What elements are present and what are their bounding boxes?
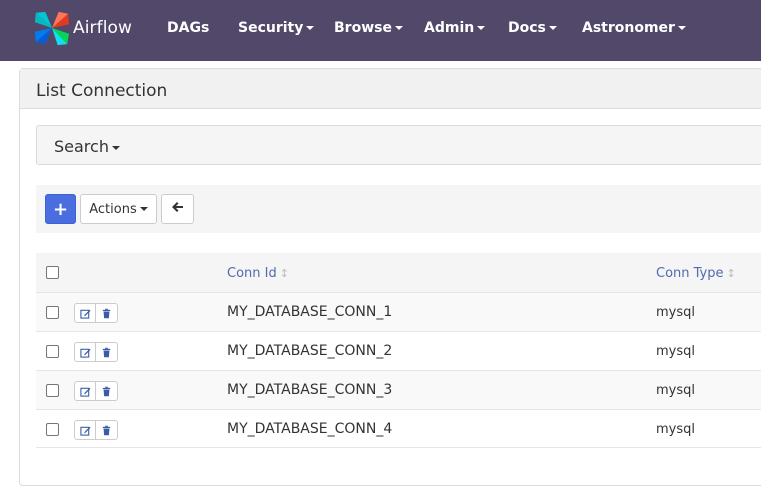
conn-type-header-label: Conn Type: [656, 266, 724, 281]
conn-id-cell: MY_DATABASE_CONN_1: [227, 304, 393, 320]
delete-button[interactable]: [96, 381, 118, 401]
search-dropdown[interactable]: Search: [54, 137, 120, 156]
panel-heading: List Connection: [20, 69, 761, 109]
caret-down-icon: [394, 26, 403, 30]
table-row: MY_DATABASE_CONN_3 mysql: [36, 370, 761, 409]
edit-button[interactable]: [74, 303, 96, 323]
trash-icon: [101, 308, 112, 319]
row-checkbox[interactable]: [46, 384, 59, 397]
conn-type-column-header[interactable]: Conn Type ↕: [656, 266, 736, 281]
list-connection-panel: List Connection Search + Actions Conn Id…: [19, 68, 761, 486]
edit-button[interactable]: [74, 381, 96, 401]
edit-icon: [79, 308, 91, 319]
edit-icon: [79, 386, 91, 397]
trash-icon: [101, 386, 112, 397]
actions-dropdown-label: Actions: [89, 201, 137, 217]
row-actions: [74, 381, 118, 401]
edit-icon: [79, 347, 91, 358]
sort-icon: ↕: [279, 267, 289, 280]
conn-type-cell: mysql: [656, 422, 695, 437]
row-actions: [74, 342, 118, 362]
delete-button[interactable]: [96, 420, 118, 440]
caret-down-icon: [548, 26, 557, 30]
nav-docs[interactable]: Docs: [508, 20, 557, 36]
table-row: MY_DATABASE_CONN_4 mysql: [36, 409, 761, 448]
conn-id-cell: MY_DATABASE_CONN_3: [227, 382, 393, 398]
conn-type-cell: mysql: [656, 383, 695, 398]
top-navbar: Airflow DAGs Security Browse Admin Docs …: [0, 0, 761, 61]
brand-name: Airflow: [73, 18, 133, 38]
nav-admin-label: Admin: [424, 20, 475, 36]
nav-dags-label: DAGs: [167, 20, 210, 36]
trash-icon: [101, 425, 112, 436]
conn-id-cell: MY_DATABASE_CONN_4: [227, 421, 393, 437]
search-dropdown-label: Search: [54, 137, 109, 156]
nav-security[interactable]: Security: [238, 20, 315, 36]
nav-astronomer[interactable]: Astronomer: [582, 20, 686, 36]
select-all-checkbox[interactable]: [46, 266, 59, 279]
nav-admin[interactable]: Admin: [424, 20, 486, 36]
caret-down-icon: [139, 207, 148, 211]
trash-icon: [101, 347, 112, 358]
row-checkbox[interactable]: [46, 306, 59, 319]
row-checkbox[interactable]: [46, 345, 59, 358]
sort-icon: ↕: [726, 267, 736, 280]
nav-security-label: Security: [238, 20, 304, 36]
table-row: MY_DATABASE_CONN_1 mysql: [36, 292, 761, 331]
edit-button[interactable]: [74, 342, 96, 362]
brand-link[interactable]: Airflow: [33, 9, 132, 47]
page-title: List Connection: [36, 81, 168, 101]
conn-type-cell: mysql: [656, 305, 695, 320]
delete-button[interactable]: [96, 342, 118, 362]
nav-astronomer-label: Astronomer: [582, 20, 675, 36]
row-checkbox[interactable]: [46, 423, 59, 436]
actions-toolbar: + Actions: [36, 185, 761, 233]
conn-id-column-header[interactable]: Conn Id ↕: [227, 266, 289, 281]
search-bar: Search: [36, 125, 761, 165]
add-record-button-label: +: [52, 198, 69, 220]
delete-button[interactable]: [96, 303, 118, 323]
row-actions: [74, 420, 118, 440]
caret-down-icon: [306, 26, 315, 30]
edit-icon: [79, 425, 91, 436]
caret-down-icon: [477, 26, 486, 30]
conn-id-cell: MY_DATABASE_CONN_2: [227, 343, 393, 359]
caret-down-icon: [111, 145, 120, 150]
edit-button[interactable]: [74, 420, 96, 440]
actions-dropdown-button[interactable]: Actions: [80, 194, 157, 224]
table-row: MY_DATABASE_CONN_2 mysql: [36, 331, 761, 370]
arrow-left-icon: [171, 201, 184, 217]
add-record-button[interactable]: +: [45, 194, 76, 224]
caret-down-icon: [677, 26, 686, 30]
nav-browse[interactable]: Browse: [334, 20, 403, 36]
table-header: Conn Id ↕ Conn Type ↕: [36, 253, 761, 292]
nav-dags[interactable]: DAGs: [167, 20, 209, 36]
nav-browse-label: Browse: [334, 20, 392, 36]
row-actions: [74, 303, 118, 323]
nav-docs-label: Docs: [508, 20, 546, 36]
airflow-pinwheel-icon: [33, 9, 71, 47]
conn-type-cell: mysql: [656, 344, 695, 359]
conn-id-header-label: Conn Id: [227, 266, 277, 281]
back-button[interactable]: [161, 194, 194, 224]
